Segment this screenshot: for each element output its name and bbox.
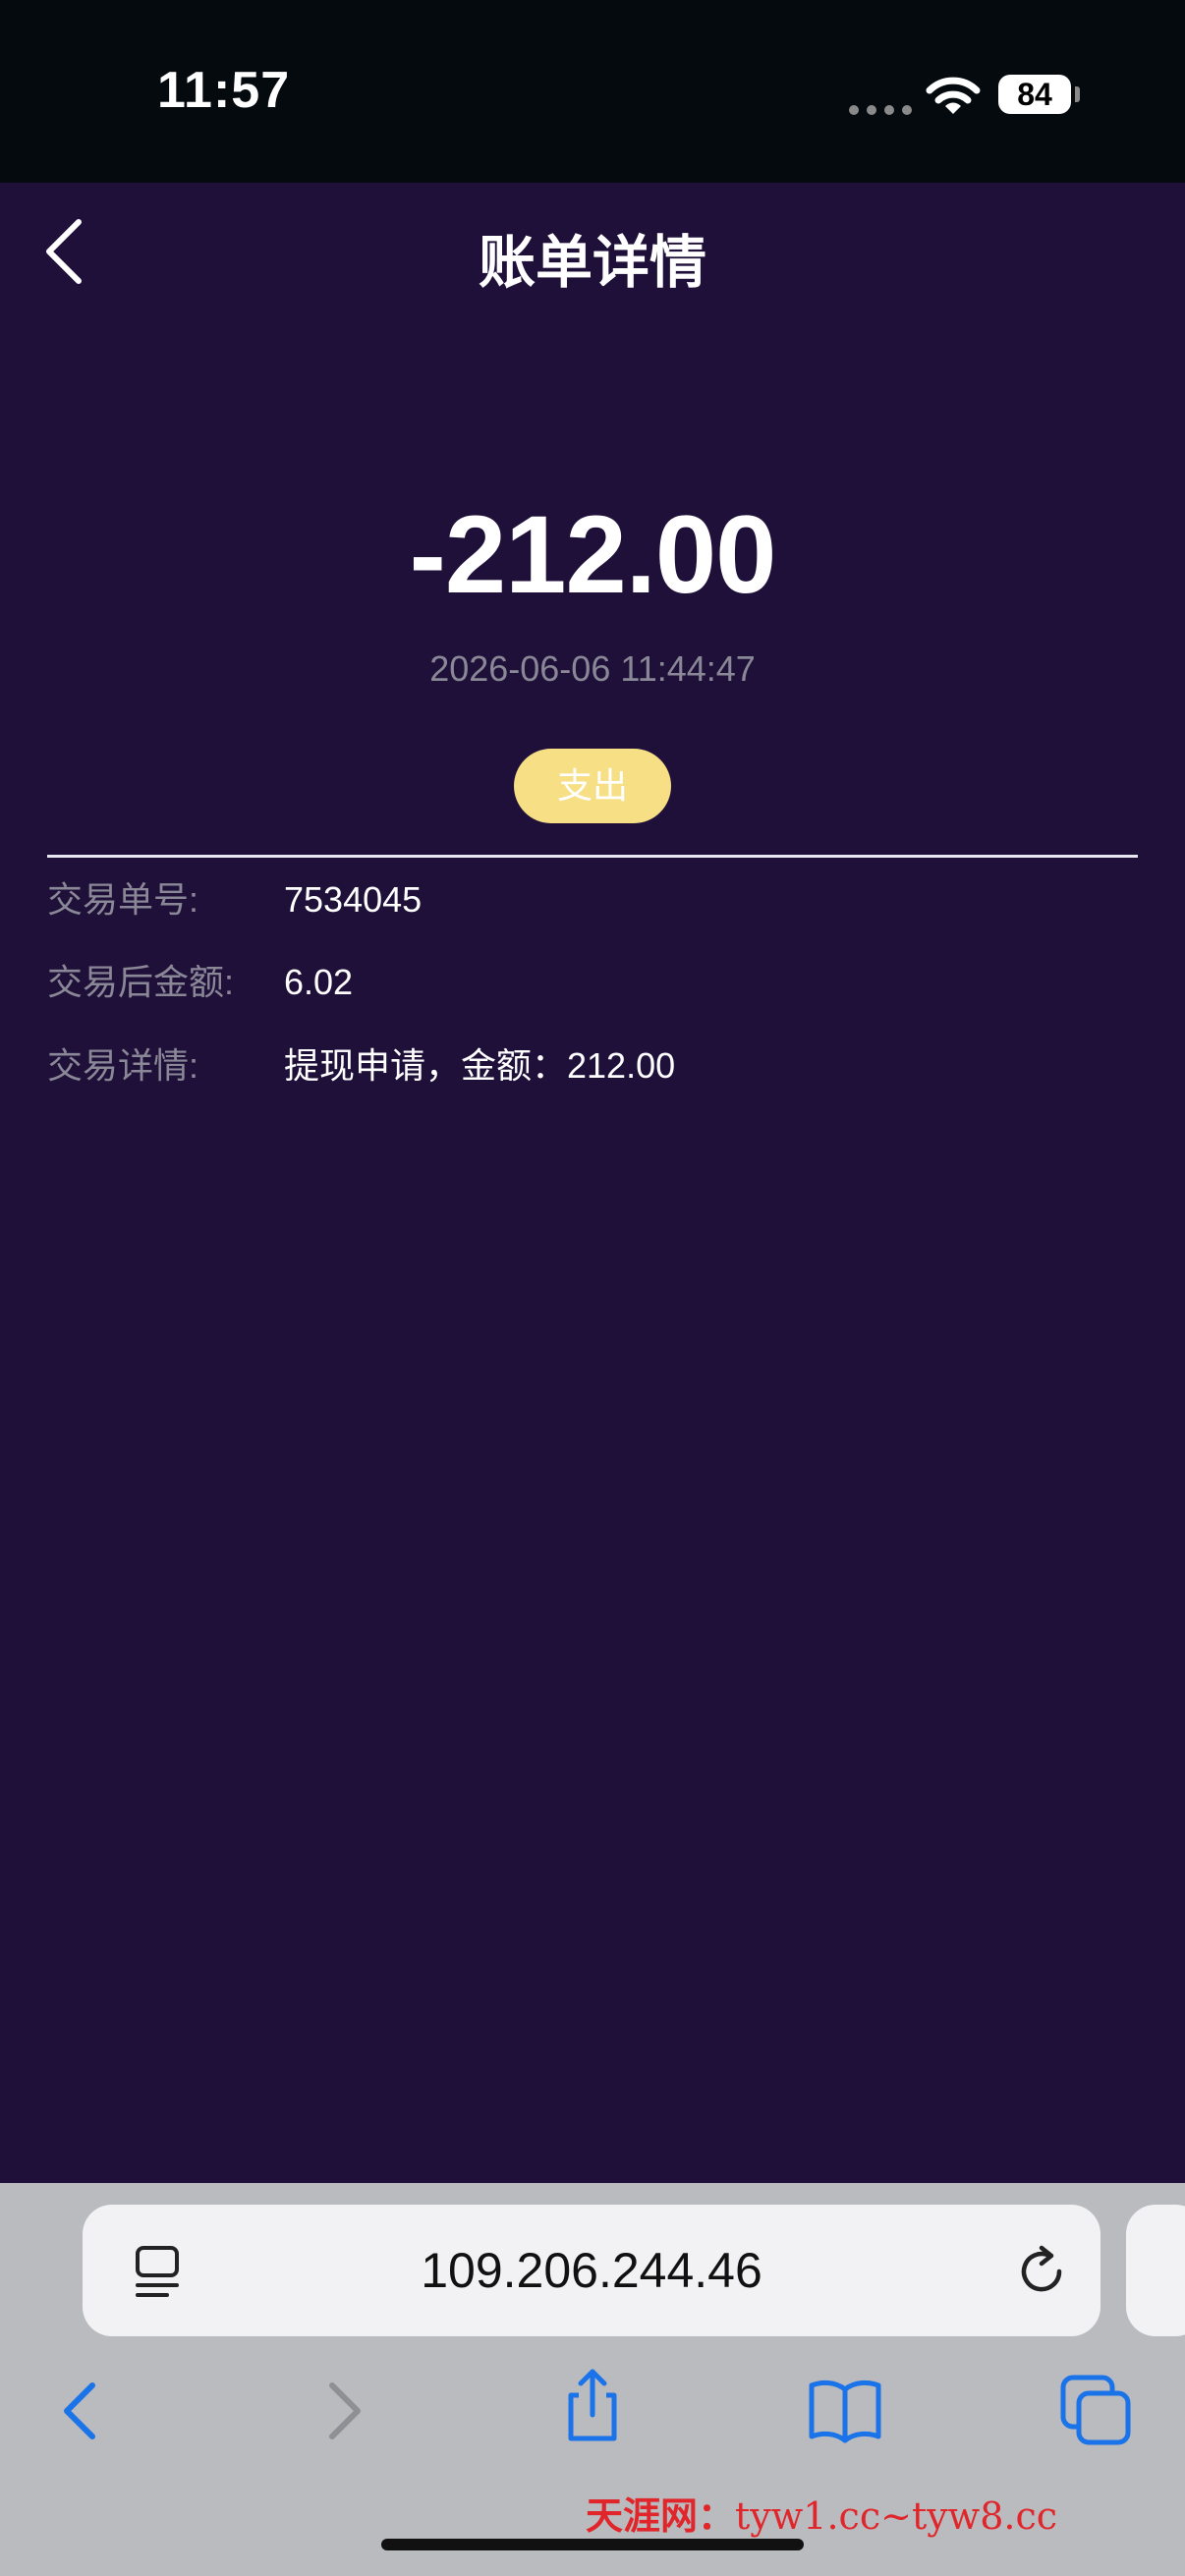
page-header: 账单详情	[0, 183, 1185, 320]
status-time: 11:57	[157, 62, 291, 119]
reload-icon[interactable]	[1012, 2242, 1071, 2301]
detail-label: 交易后金额:	[47, 962, 235, 1002]
detail-value: 7534045	[284, 879, 423, 920]
address-bar[interactable]: 109.206.244.46	[83, 2205, 1100, 2336]
detail-row-order-id: 交易单号: 7534045	[47, 870, 1138, 929]
url-text: 109.206.244.46	[421, 2243, 762, 2298]
tabs-icon[interactable]	[1057, 2372, 1136, 2450]
transaction-amount: -212.00	[409, 493, 777, 616]
detail-label: 交易单号:	[47, 879, 199, 920]
battery-indicator: 84	[998, 75, 1071, 114]
transaction-datetime: 2026-06-06 11:44:47	[429, 648, 756, 689]
watermark: 天涯网：tyw1.cc~tyw8.cc	[586, 2486, 1057, 2540]
detail-row-description: 交易详情: 提现申请，金额：212.00	[47, 1036, 1138, 1095]
watermark-url: tyw1.cc~tyw8.cc	[735, 2494, 1058, 2538]
browser-forward-icon[interactable]	[301, 2372, 379, 2450]
watermark-site: 天涯网：	[586, 2493, 736, 2538]
page-title: 账单详情	[478, 231, 706, 295]
status-bar: 11:57 84	[0, 0, 1185, 183]
detail-label: 交易详情:	[47, 1045, 199, 1086]
share-icon[interactable]	[553, 2366, 632, 2444]
battery-cap	[1075, 86, 1080, 102]
browser-back-icon[interactable]	[45, 2372, 124, 2450]
home-indicator	[381, 2539, 804, 2550]
detail-value: 6.02	[284, 962, 354, 1002]
next-tab-preview[interactable]	[1126, 2205, 1185, 2336]
cellular-signal-icon	[849, 102, 920, 120]
divider	[47, 855, 1138, 858]
wifi-icon	[926, 77, 981, 114]
bookmarks-icon[interactable]	[806, 2372, 884, 2450]
detail-row-balance-after: 交易后金额: 6.02	[47, 953, 1138, 1012]
transaction-type-badge: 支出	[514, 749, 671, 823]
detail-value: 提现申请，金额：212.00	[284, 1045, 676, 1086]
